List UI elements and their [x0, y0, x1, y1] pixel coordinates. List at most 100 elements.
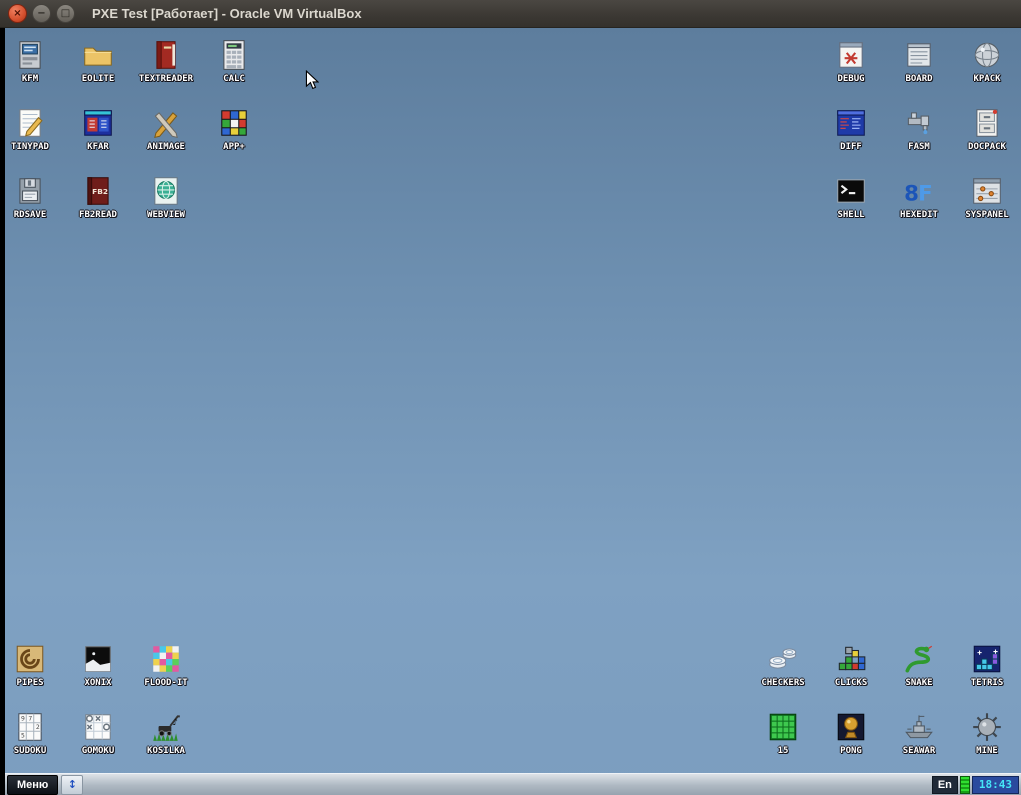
icon-label: PONG [840, 746, 862, 756]
log-board-icon [902, 38, 936, 72]
language-indicator[interactable]: En [931, 775, 958, 794]
cpu-load-indicator [959, 775, 970, 794]
icon-label: KFAR [87, 142, 109, 152]
file-panels-icon [81, 106, 115, 140]
icon-label: DEBUG [837, 74, 865, 84]
desktop-icon-fb2read[interactable]: FB2READ [61, 174, 135, 220]
minimize-button[interactable]: − [32, 4, 51, 23]
desktop-icon-rdsave[interactable]: RDSAVE [5, 174, 67, 220]
desktop-icon-kpack[interactable]: KPACK [950, 38, 1021, 84]
desktop-icon-fifteen[interactable]: 15 [746, 710, 820, 756]
fb2-book-icon [81, 174, 115, 208]
desktop-icon-snake[interactable]: SNAKE [882, 642, 956, 688]
desktop-icon-mine[interactable]: MINE [950, 710, 1021, 756]
book-icon [149, 38, 183, 72]
icon-label: TEXTREADER [138, 74, 194, 84]
icon-label: SHELL [837, 210, 865, 220]
desktop-icon-kfm[interactable]: KFM [5, 38, 67, 84]
icon-label: FB2READ [79, 210, 117, 220]
notepad-icon [13, 106, 47, 140]
rubik-cube-icon [217, 106, 251, 140]
up-down-arrows-icon: ↕ [67, 778, 77, 791]
xo-grid-icon [81, 710, 115, 744]
kolibrios-desktop[interactable]: KFM EOLITE TEXTREADER CALC TINYPAD KFAR … [5, 28, 1021, 795]
desktop-icon-sudoku[interactable]: SUDOKU [5, 710, 67, 756]
icon-label: KPACK [973, 74, 1001, 84]
icon-label: CLICKS [834, 678, 868, 688]
desktop-icon-docpack[interactable]: DOCPACK [950, 106, 1021, 152]
battleship-icon [902, 710, 936, 744]
icon-label: MINE [976, 746, 998, 756]
close-icon: × [13, 7, 22, 19]
desktop-icon-shell[interactable]: SHELL [814, 174, 888, 220]
sliders-panel-icon [970, 174, 1004, 208]
desktop-icon-checkers[interactable]: CHECKERS [746, 642, 820, 688]
desktop-icon-gomoku[interactable]: GOMOKU [61, 710, 135, 756]
pipes-spiral-icon [13, 642, 47, 676]
maximize-icon: □ [60, 7, 71, 19]
desktop-icon-eolite[interactable]: EOLITE [61, 38, 135, 84]
hex-8f-icon [902, 174, 936, 208]
desktop-icon-animage[interactable]: ANIMAGE [129, 106, 203, 152]
icon-label: FASM [908, 142, 930, 152]
desktop-icon-tinypad[interactable]: TINYPAD [5, 106, 67, 152]
desktop-icon-xonix[interactable]: XONIX [61, 642, 135, 688]
kfm-icon [13, 38, 47, 72]
icon-label: 15 [777, 746, 789, 756]
naval-mine-icon [970, 710, 1004, 744]
desktop-icon-tetris[interactable]: TETRIS [950, 642, 1021, 688]
desktop-icon-debug[interactable]: DEBUG [814, 38, 888, 84]
diff-columns-icon [834, 106, 868, 140]
fifteen-puzzle-icon [766, 710, 800, 744]
icon-label: KFM [21, 74, 39, 84]
icon-label: ANIMAGE [147, 142, 185, 152]
desktop-icon-hexedit[interactable]: HEXEDIT [882, 174, 956, 220]
icon-label: APP+ [223, 142, 245, 152]
folder-icon [81, 38, 115, 72]
checkers-discs-icon [766, 642, 800, 676]
desktop-icon-syspanel[interactable]: SYSPANEL [950, 174, 1021, 220]
icon-label: PIPES [16, 678, 44, 688]
icon-label: TINYPAD [11, 142, 49, 152]
floppy-icon [13, 174, 47, 208]
calculator-icon [217, 38, 251, 72]
desktop-icon-seawar[interactable]: SEAWAR [882, 710, 956, 756]
window-titlebar: × − □ PXE Test [Работает] - Oracle VM Vi… [0, 0, 1021, 28]
desktop-icon-appplus[interactable]: APP+ [197, 106, 271, 152]
desktop-icon-pong[interactable]: PONG [814, 710, 888, 756]
icon-label: TETRIS [970, 678, 1004, 688]
debug-window-icon [834, 38, 868, 72]
window-switch-button[interactable]: ↕ [61, 774, 84, 795]
minimize-icon: − [37, 7, 46, 19]
desktop-icon-calc[interactable]: CALC [197, 38, 271, 84]
desktop-icon-webview[interactable]: WEBVIEW [129, 174, 203, 220]
desktop-icon-clicks[interactable]: CLICKS [814, 642, 888, 688]
icon-label: SUDOKU [13, 746, 47, 756]
desktop-icon-pipes[interactable]: PIPES [5, 642, 67, 688]
icon-label: KOSILKA [147, 746, 185, 756]
desktop-icon-kfar[interactable]: KFAR [61, 106, 135, 152]
desktop-icon-diff[interactable]: DIFF [814, 106, 888, 152]
icon-label: CHECKERS [761, 678, 805, 688]
virtualbox-window: × − □ PXE Test [Работает] - Oracle VM Vi… [0, 0, 1021, 795]
wire-sphere-icon [970, 38, 1004, 72]
icon-label: SYSPANEL [965, 210, 1009, 220]
desktop-icon-board[interactable]: BOARD [882, 38, 956, 84]
desktop-icon-floodit[interactable]: FLOOD-IT [129, 642, 203, 688]
desktop-icon-kosilka[interactable]: KOSILKA [129, 710, 203, 756]
tetris-blocks-icon [970, 642, 1004, 676]
desktop-icon-textreader[interactable]: TEXTREADER [129, 38, 203, 84]
crossed-pencils-icon [149, 106, 183, 140]
taskbar-clock[interactable]: 18:43 [971, 775, 1019, 794]
terminal-icon [834, 174, 868, 208]
maximize-button[interactable]: □ [56, 4, 75, 23]
drawers-icon [970, 106, 1004, 140]
icon-label: GOMOKU [81, 746, 115, 756]
close-button[interactable]: × [8, 4, 27, 23]
pong-ball-icon [834, 710, 868, 744]
globe-page-icon [149, 174, 183, 208]
desktop-icon-fasm[interactable]: FASM [882, 106, 956, 152]
icon-label: RDSAVE [13, 210, 47, 220]
window-title: PXE Test [Работает] - Oracle VM VirtualB… [92, 6, 362, 21]
menu-button[interactable]: Меню [7, 774, 59, 795]
